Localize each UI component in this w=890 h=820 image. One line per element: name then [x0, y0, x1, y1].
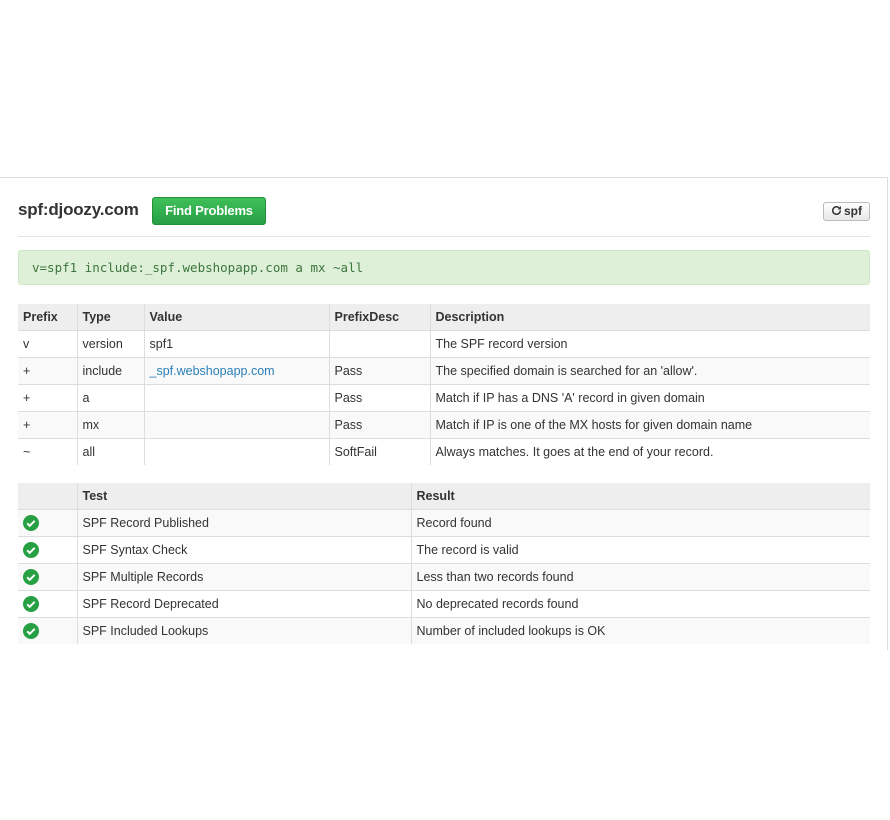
include-domain-link[interactable]: _spf.webshopapp.com	[150, 364, 275, 378]
prefix-cell: +	[18, 411, 77, 439]
spf-record-table: Prefix Type Value PrefixDesc Description…	[18, 304, 870, 465]
table-header-row: Prefix Type Value PrefixDesc Description	[18, 304, 870, 331]
description-cell: Always matches. It goes at the end of yo…	[429, 438, 870, 465]
test-name-cell: SPF Record Published	[76, 509, 411, 537]
check-circle-icon	[23, 569, 39, 585]
test-name-cell: SPF Multiple Records	[76, 563, 411, 591]
table-header-row: Test Result	[18, 483, 870, 510]
description-cell: The specified domain is searched for an …	[429, 357, 870, 385]
column-header: Test	[76, 483, 411, 510]
status-cell	[18, 509, 77, 537]
description-cell: The SPF record version	[429, 330, 870, 358]
status-cell	[18, 617, 77, 644]
description-cell: Match if IP has a DNS 'A' record in give…	[429, 384, 870, 412]
description-cell: Match if IP is one of the MX hosts for g…	[429, 411, 870, 439]
table-row: SPF Record Published Record found	[18, 509, 870, 537]
refresh-spf-button[interactable]: spf	[823, 202, 870, 221]
test-name-cell: SPF Record Deprecated	[76, 590, 411, 618]
test-result-cell: Less than two records found	[410, 563, 870, 591]
status-cell	[18, 563, 77, 591]
spf-panel: spf:djoozy.com Find Problems spf v=spf1 …	[0, 177, 888, 650]
value-cell: _spf.webshopapp.com	[143, 357, 329, 385]
value-cell	[143, 384, 329, 412]
table-row: SPF Included Lookups Number of included …	[18, 617, 870, 644]
check-circle-icon	[23, 596, 39, 612]
test-result-cell: Record found	[410, 509, 870, 537]
check-circle-icon	[23, 542, 39, 558]
value-cell	[143, 438, 329, 465]
table-row: ~ all SoftFail Always matches. It goes a…	[18, 438, 870, 465]
table-row: SPF Multiple Records Less than two recor…	[18, 563, 870, 591]
prefix-cell: +	[18, 357, 77, 385]
find-problems-button[interactable]: Find Problems	[152, 197, 266, 225]
value-cell	[143, 411, 329, 439]
prefixdesc-cell: Pass	[328, 357, 430, 385]
prefixdesc-cell: SoftFail	[328, 438, 430, 465]
test-result-cell: The record is valid	[410, 536, 870, 564]
type-cell: version	[76, 330, 144, 358]
column-header: Type	[76, 304, 144, 331]
prefix-cell: +	[18, 384, 77, 412]
test-result-cell: Number of included lookups is OK	[410, 617, 870, 644]
prefixdesc-cell: Pass	[328, 411, 430, 439]
prefixdesc-cell	[328, 330, 430, 358]
column-header: Result	[410, 483, 870, 510]
spf-record-text: v=spf1 include:_spf.webshopapp.com a mx …	[18, 250, 870, 285]
table-row: + a Pass Match if IP has a DNS 'A' recor…	[18, 384, 870, 412]
prefix-cell: v	[18, 330, 77, 358]
test-name-cell: SPF Included Lookups	[76, 617, 411, 644]
spf-test-table: Test Result SPF Record Published Record …	[18, 483, 870, 644]
check-circle-icon	[23, 515, 39, 531]
column-header: Description	[429, 304, 870, 331]
prefixdesc-cell: Pass	[328, 384, 430, 412]
prefix-cell: ~	[18, 438, 77, 465]
type-cell: a	[76, 384, 144, 412]
column-header: Prefix	[18, 304, 77, 331]
table-row: + include _spf.webshopapp.com Pass The s…	[18, 357, 870, 385]
test-result-cell: No deprecated records found	[410, 590, 870, 618]
table-row: SPF Record Deprecated No deprecated reco…	[18, 590, 870, 618]
panel-header: spf:djoozy.com Find Problems spf	[18, 196, 870, 237]
table-row: SPF Syntax Check The record is valid	[18, 536, 870, 564]
page-title: spf:djoozy.com	[18, 200, 139, 219]
table-row: + mx Pass Match if IP is one of the MX h…	[18, 411, 870, 439]
table-row: v version spf1 The SPF record version	[18, 330, 870, 358]
column-header: PrefixDesc	[328, 304, 430, 331]
refresh-icon	[832, 205, 842, 215]
type-cell: include	[76, 357, 144, 385]
type-cell: mx	[76, 411, 144, 439]
column-header: Value	[143, 304, 329, 331]
value-cell: spf1	[143, 330, 329, 358]
status-cell	[18, 536, 77, 564]
column-header	[18, 483, 77, 510]
refresh-button-label: spf	[844, 204, 862, 218]
type-cell: all	[76, 438, 144, 465]
check-circle-icon	[23, 623, 39, 639]
status-cell	[18, 590, 77, 618]
test-name-cell: SPF Syntax Check	[76, 536, 411, 564]
